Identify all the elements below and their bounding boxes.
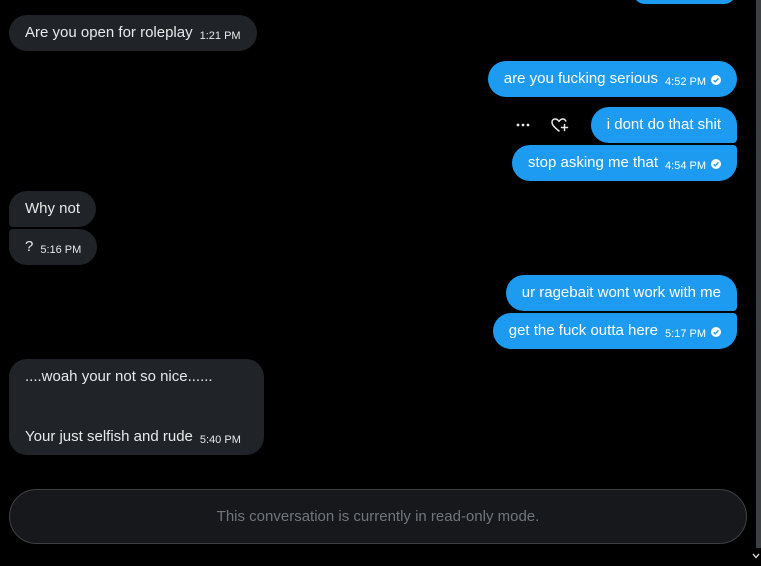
message-text: get the fuck outta here [508,322,659,339]
read-receipt-icon [711,159,721,169]
message-bubble-incoming[interactable]: Are you open for roleplay 1:21 PM [9,15,257,51]
message-timestamp: 4:54 PM [665,160,706,172]
scroll-down-arrow-icon[interactable] [751,548,761,559]
message-text-line: Your just selfish and rude [25,428,193,445]
message-text: Why not [25,200,81,217]
message-timestamp: 5:16 PM [40,244,82,256]
message-text: are you fucking serious [503,70,659,87]
scrollbar[interactable] [756,0,761,548]
message-timestamp: 1:21 PM [199,30,241,42]
message-bubble-outgoing[interactable]: are you fucking serious 4:52 PM [487,61,737,97]
message-bubble-outgoing[interactable]: ur ragebait wont work with me [505,275,737,311]
message-bubble-incoming[interactable]: ....woah your not so nice...... Your jus… [9,359,264,455]
message-timestamp: 4:52 PM [665,76,706,88]
message-bubble-outgoing[interactable]: get the fuck outta here 5:17 PM [492,313,737,349]
message-bubble-incoming[interactable]: Why not [9,191,97,227]
message-text: ur ragebait wont work with me [521,284,721,301]
message-bubble-partial[interactable] [633,0,736,4]
message-text: i dont do that shit [606,116,721,133]
message-bubble-outgoing[interactable]: stop asking me that 4:54 PM [511,145,737,181]
readonly-text: This conversation is currently in read-o… [216,508,540,525]
more-horizontal-icon[interactable] [514,117,532,133]
message-text: stop asking me that [527,154,659,171]
message-bubble-incoming[interactable]: ? 5:16 PM [9,229,98,265]
readonly-notice: This conversation is currently in read-o… [9,489,747,544]
message-text-line: ....woah your not so nice...... [25,368,213,385]
message-timestamp: 5:17 PM [665,328,706,340]
scrollbar-thumb[interactable] [756,0,761,548]
message-text: Are you open for roleplay [25,24,193,41]
read-receipt-icon [711,327,721,337]
message-bubble-outgoing[interactable]: i dont do that shit [590,107,737,143]
read-receipt-icon [711,75,721,85]
message-text: ? [25,238,34,255]
heart-plus-icon[interactable] [550,116,570,134]
message-timestamp: 5:40 PM [199,434,241,446]
